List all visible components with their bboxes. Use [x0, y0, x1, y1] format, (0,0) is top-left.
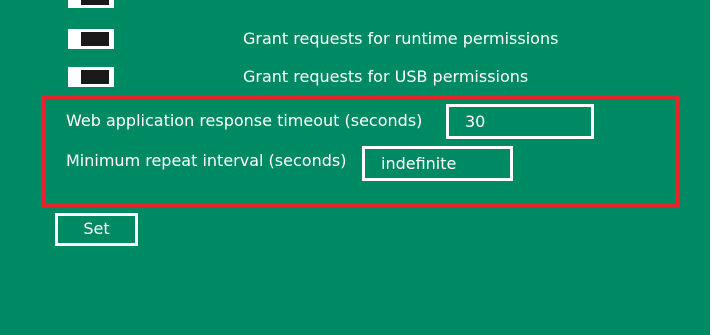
permission-row-usb: Grant requests for USB permissions	[68, 65, 708, 89]
timeout-label: Web application response timeout (second…	[66, 111, 423, 130]
set-button[interactable]: Set	[55, 213, 138, 246]
runtime-permissions-label: Grant requests for runtime permissions	[243, 29, 559, 48]
settings-panel: Grant requests for runtime permissions G…	[0, 0, 710, 335]
interval-label: Minimum repeat interval (seconds)	[66, 151, 347, 170]
permission-toggle-clipped[interactable]	[68, 0, 114, 8]
toggle-knob	[81, 0, 109, 5]
usb-permissions-toggle[interactable]	[68, 67, 114, 87]
usb-permissions-label: Grant requests for USB permissions	[243, 67, 529, 86]
permission-row-runtime: Grant requests for runtime permissions	[68, 27, 708, 51]
timeout-input[interactable]	[446, 104, 594, 139]
interval-input[interactable]	[362, 146, 513, 181]
permission-row-clipped	[68, 0, 708, 24]
toggle-knob	[81, 70, 109, 84]
toggle-knob	[81, 32, 109, 46]
runtime-permissions-toggle[interactable]	[68, 29, 114, 49]
